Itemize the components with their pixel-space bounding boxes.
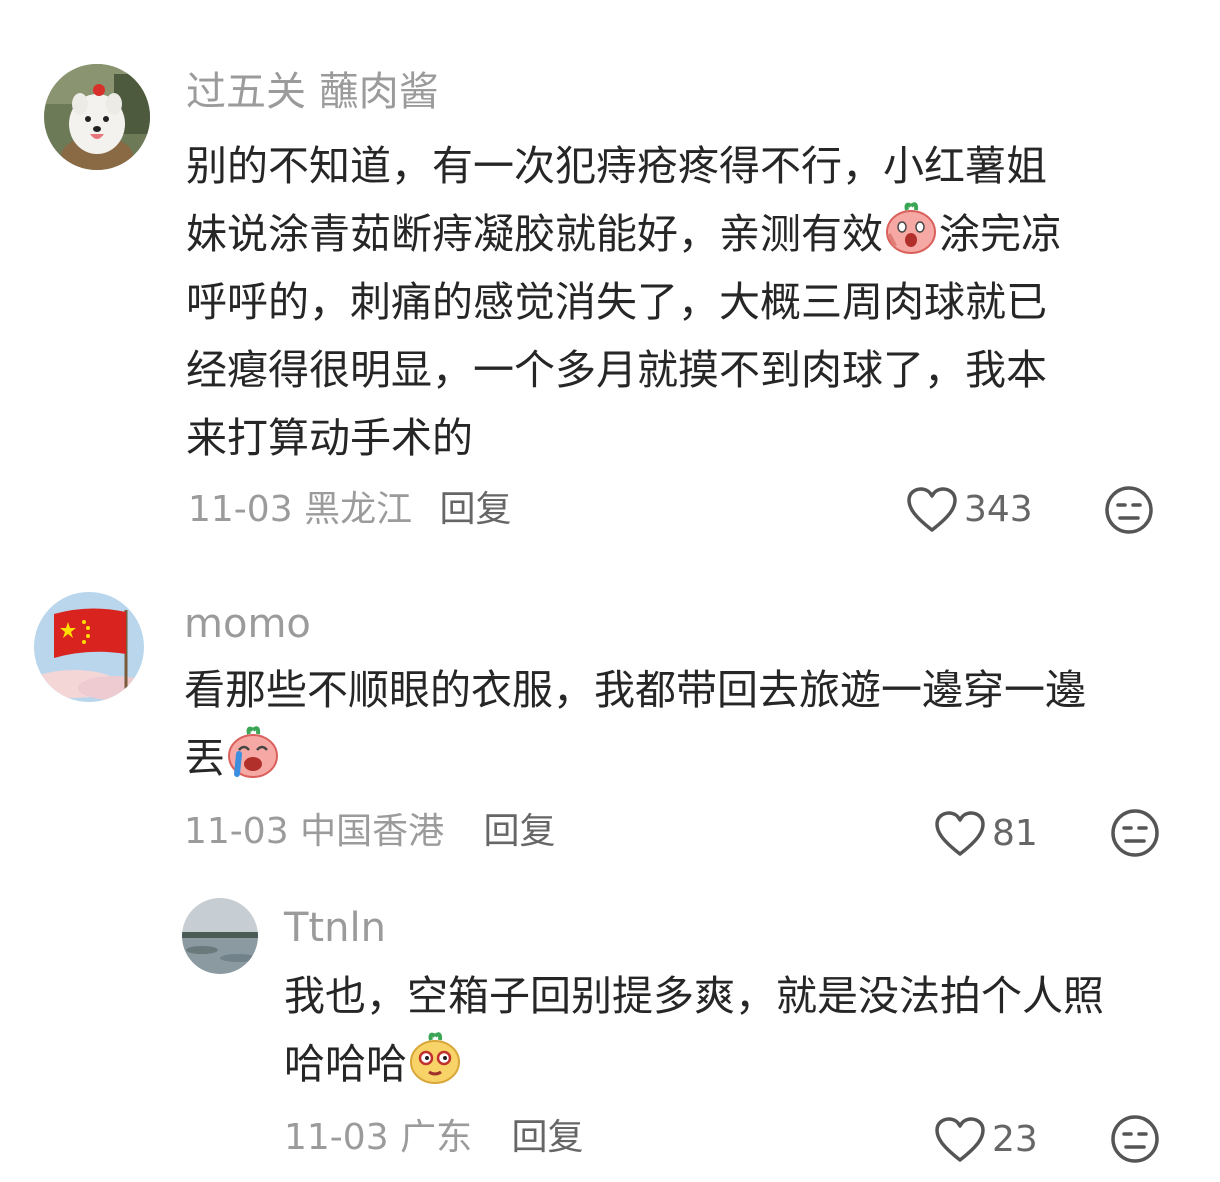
comment-line: 妹说涂青茹断痔凝胶就能好，亲测有效 涂完凉 (186, 200, 1062, 268)
shocked-face-emoji-icon (883, 200, 939, 256)
comment-location: 黑龙江 (304, 489, 413, 530)
dislike-button[interactable] (1110, 808, 1160, 858)
comment-line-part: 妹说涂青茹断痔凝胶就能好，亲测有效 (186, 210, 883, 258)
comment-line-part: 哈哈哈 (284, 1040, 407, 1088)
comment-date: 11-03 (284, 1117, 389, 1158)
comment-line-part: 涂完凉 (939, 210, 1062, 258)
comment-list: 过五关 蘸肉酱 别的不知道，有一次犯痔疮疼得不行，小红薯姐 妹说涂青茹断痔凝胶就… (0, 0, 1220, 1182)
comment-meta: 11-03 中国香港 回复 (184, 812, 556, 852)
comment-line: 哈哈哈 (284, 1030, 1104, 1098)
like-button[interactable]: 23 (934, 1116, 1038, 1164)
neutral-face-icon (1111, 809, 1159, 857)
like-count: 23 (992, 1119, 1038, 1160)
comment-meta: 11-03 黑龙江 回复 (188, 490, 512, 530)
reply-button[interactable]: 回复 (484, 811, 556, 852)
smug-face-emoji-icon (407, 1030, 463, 1086)
neutral-face-icon (1105, 486, 1153, 534)
red-flag-avatar-icon (34, 592, 144, 702)
comment-meta: 11-03 广东 回复 (284, 1118, 584, 1158)
crying-laugh-emoji-icon (225, 724, 281, 780)
heart-icon (907, 487, 957, 532)
comment-line: 呼呼的，刺痛的感觉消失了，大概三周肉球就已 (186, 278, 1047, 326)
like-button[interactable]: 81 (934, 810, 1038, 858)
comment-line: 我也，空箱子回别提多爽，就是没法拍个人照 (284, 972, 1104, 1020)
like-count: 343 (964, 489, 1033, 530)
comment-line: 别的不知道，有一次犯痔疮疼得不行，小红薯姐 (186, 142, 1047, 190)
comment-line: 来打算动手术的 (186, 414, 473, 462)
heart-icon (935, 1117, 985, 1162)
comment-line: 看那些不顺眼的衣服，我都带回去旅遊一邊穿一邊 (184, 666, 1086, 714)
comment-date: 11-03 (188, 489, 293, 530)
comment-text: 看那些不顺眼的衣服，我都带回去旅遊一邊穿一邊 丟 (184, 656, 1086, 792)
reply-button[interactable]: 回复 (512, 1117, 584, 1158)
comment-line: 丟 (184, 724, 1086, 792)
comment-location: 中国香港 (300, 811, 445, 852)
lake-landscape-avatar-icon (182, 898, 258, 974)
username[interactable]: momo (184, 602, 311, 646)
username[interactable]: Ttnln (284, 906, 386, 950)
dislike-button[interactable] (1110, 1114, 1160, 1164)
like-button[interactable]: 343 (906, 486, 1033, 534)
avatar[interactable] (34, 592, 144, 702)
reply-button[interactable]: 回复 (440, 489, 512, 530)
comment-location: 广东 (400, 1117, 473, 1158)
comment-text: 别的不知道，有一次犯痔疮疼得不行，小红薯姐 妹说涂青茹断痔凝胶就能好，亲测有效 … (186, 132, 1062, 472)
comment-line: 经瘪得很明显，一个多月就摸不到肉球了，我本 (186, 346, 1047, 394)
avatar[interactable] (44, 64, 150, 170)
dislike-button[interactable] (1104, 485, 1154, 535)
avatar[interactable] (182, 898, 258, 974)
samoyed-dog-avatar-icon (44, 64, 150, 170)
username[interactable]: 过五关 蘸肉酱 (186, 70, 439, 114)
comment-line-part: 丟 (184, 734, 225, 782)
neutral-face-icon (1111, 1115, 1159, 1163)
comment-text: 我也，空箱子回别提多爽，就是没法拍个人照 哈哈哈 (284, 962, 1104, 1098)
comment-date: 11-03 (184, 811, 289, 852)
like-count: 81 (992, 813, 1038, 854)
heart-icon (935, 811, 985, 856)
